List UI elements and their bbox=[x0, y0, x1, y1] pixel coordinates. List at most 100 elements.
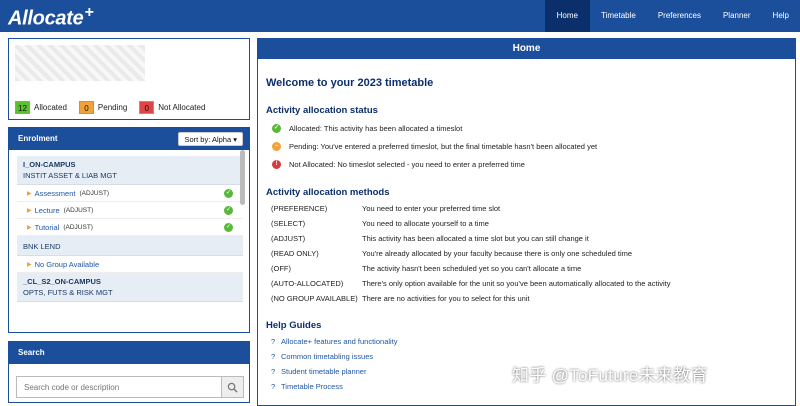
allocated-count[interactable]: 12 Allocated bbox=[15, 101, 67, 114]
unit-code: _CL_S2_ON-CAMPUS bbox=[23, 277, 101, 286]
nav-planner[interactable]: Planner bbox=[712, 0, 762, 32]
status-not-allocated: ! Not Allocated: No timeslot selected - … bbox=[266, 155, 786, 173]
enrolment-header: Enrolment Sort by: Alpha ▾ bbox=[9, 128, 249, 150]
allocated-count-badge: 12 bbox=[15, 101, 30, 114]
search-panel: Search bbox=[8, 341, 250, 403]
home-content: Welcome to your 2023 timetable Activity … bbox=[266, 77, 786, 394]
triangle-right-icon: ▶ bbox=[27, 190, 32, 197]
unit-header[interactable]: BNK LEND bbox=[17, 236, 243, 256]
nav-help[interactable]: Help bbox=[762, 0, 800, 32]
help-guides-heading: Help Guides bbox=[266, 320, 322, 331]
guide-link[interactable]: Student timetable planner bbox=[281, 367, 366, 376]
not-allocated-count-badge: 0 bbox=[139, 101, 155, 114]
minus-circle-icon: – bbox=[272, 141, 281, 151]
activity-method: (ADJUST) bbox=[63, 223, 93, 231]
status-text: Pending: You've entered a preferred time… bbox=[289, 141, 598, 151]
activity-row[interactable]: ▶ Tutorial (ADJUST) ✓ bbox=[17, 219, 243, 236]
unit-name: BNK LEND bbox=[23, 242, 61, 251]
method-row: (READ ONLY) You're already allocated by y… bbox=[266, 246, 786, 261]
home-header: Home bbox=[258, 39, 795, 59]
activity-link[interactable]: No Group Available bbox=[35, 260, 100, 269]
logo-text: Allocate bbox=[8, 7, 84, 30]
guide-link[interactable]: Common timetabling issues bbox=[281, 352, 373, 361]
methods-heading: Activity allocation methods bbox=[266, 187, 390, 198]
sort-label: Sort by: Alpha bbox=[184, 135, 232, 144]
method-row: (OFF) The activity hasn't been scheduled … bbox=[266, 261, 786, 276]
method-desc: There's only option available for the un… bbox=[362, 279, 671, 288]
question-icon: ? bbox=[271, 382, 276, 391]
question-icon: ? bbox=[271, 337, 276, 346]
method-desc: You're already allocated by your faculty… bbox=[362, 249, 633, 258]
nav-home[interactable]: Home bbox=[544, 0, 590, 32]
top-nav-bar: Allocate+ Home Timetable Preferences Pla… bbox=[0, 0, 800, 32]
method-key: (NO GROUP AVAILABLE) bbox=[271, 294, 358, 303]
pending-count-label: Pending bbox=[97, 103, 128, 112]
allocate-logo[interactable]: Allocate+ bbox=[8, 4, 94, 31]
check-circle-icon: ✓ bbox=[224, 206, 233, 215]
guide-link[interactable]: Allocate+ features and functionality bbox=[281, 337, 398, 346]
activity-link[interactable]: Lecture bbox=[35, 206, 60, 215]
watermark-text: 知乎 @ToFuture未来教育 bbox=[512, 366, 708, 385]
activity-link[interactable]: Tutorial bbox=[35, 223, 60, 232]
check-circle-icon: ✓ bbox=[224, 189, 233, 198]
search-button[interactable] bbox=[221, 377, 243, 397]
allocated-count-label: Allocated bbox=[34, 103, 67, 112]
unit-header[interactable]: I_ON-CAMPUS INSTIT ASSET & LIAB MGT bbox=[17, 156, 243, 185]
question-icon: ? bbox=[271, 367, 276, 376]
guide-row: ? Allocate+ features and functionality bbox=[266, 334, 786, 349]
nav-timetable[interactable]: Timetable bbox=[590, 0, 647, 32]
status-heading: Activity allocation status bbox=[266, 105, 378, 116]
method-key: (PREFERENCE) bbox=[271, 204, 328, 213]
method-key: (ADJUST) bbox=[271, 234, 306, 243]
question-icon: ? bbox=[271, 352, 276, 361]
pending-count[interactable]: 0 Pending bbox=[78, 101, 128, 114]
enrolment-panel: Enrolment Sort by: Alpha ▾ I_ON-CAMPUS I… bbox=[8, 127, 250, 333]
activity-method: (ADJUST) bbox=[63, 206, 94, 214]
logo-plus: + bbox=[84, 4, 94, 21]
welcome-heading: Welcome to your 2023 timetable bbox=[266, 77, 434, 89]
status-text: Allocated: This activity has been alloca… bbox=[289, 123, 463, 133]
enrolment-scrollbar[interactable] bbox=[240, 150, 245, 205]
not-allocated-count[interactable]: 0 Not Allocated bbox=[139, 101, 205, 114]
search-box bbox=[16, 376, 244, 398]
method-row: (SELECT) You need to allocate yourself to… bbox=[266, 216, 786, 231]
search-icon bbox=[227, 382, 238, 393]
sort-dropdown[interactable]: Sort by: Alpha ▾ bbox=[178, 132, 243, 146]
exclamation-circle-icon: ! bbox=[272, 159, 281, 169]
triangle-right-icon: ▶ bbox=[27, 224, 32, 231]
unit-code: I_ON-CAMPUS bbox=[23, 160, 76, 169]
method-desc: You need to enter your preferred time sl… bbox=[362, 204, 501, 213]
unit-header[interactable]: _CL_S2_ON-CAMPUS OPTS, FUTS & RISK MGT bbox=[17, 273, 243, 302]
not-allocated-count-label: Not Allocated bbox=[158, 103, 206, 112]
guide-link[interactable]: Timetable Process bbox=[281, 382, 343, 391]
method-key: (READ ONLY) bbox=[271, 249, 319, 258]
activity-method: (ADJUST) bbox=[79, 189, 110, 197]
status-allocated: ✓ Allocated: This activity has been allo… bbox=[266, 119, 786, 137]
status-list: ✓ Allocated: This activity has been allo… bbox=[266, 119, 786, 173]
method-key: (SELECT) bbox=[271, 219, 306, 228]
methods-list: (PREFERENCE) You need to enter your prefe… bbox=[266, 201, 786, 306]
enrolment-title: Enrolment bbox=[18, 134, 58, 143]
activity-row[interactable]: ▶ Assessment (ADJUST) ✓ bbox=[17, 185, 243, 202]
activity-row[interactable]: ▶ Lecture (ADJUST) ✓ bbox=[17, 202, 243, 219]
caret-down-icon: ▾ bbox=[233, 135, 237, 144]
triangle-right-icon: ▶ bbox=[27, 261, 32, 268]
method-desc: This activity has been allocated a time … bbox=[362, 234, 589, 243]
home-panel: Home Welcome to your 2023 timetable Acti… bbox=[257, 38, 796, 406]
triangle-right-icon: ▶ bbox=[27, 207, 32, 214]
unit-name: OPTS, FUTS & RISK MGT bbox=[23, 288, 113, 297]
nav-preferences[interactable]: Preferences bbox=[647, 0, 712, 32]
method-key: (AUTO-ALLOCATED) bbox=[271, 279, 344, 288]
method-desc: The activity hasn't been scheduled yet s… bbox=[362, 264, 582, 273]
main-nav: Home Timetable Preferences Planner Help bbox=[544, 0, 800, 32]
method-row: (ADJUST) This activity has been allocated… bbox=[266, 231, 786, 246]
method-row: (AUTO-ALLOCATED) There's only option avai… bbox=[266, 276, 786, 291]
activity-link[interactable]: Assessment bbox=[35, 189, 76, 198]
search-input[interactable] bbox=[17, 377, 221, 397]
activity-row[interactable]: ▶ No Group Available bbox=[17, 256, 243, 273]
search-header: Search bbox=[9, 342, 249, 364]
method-key: (OFF) bbox=[271, 264, 291, 273]
pending-count-badge: 0 bbox=[78, 101, 94, 114]
method-row: (NO GROUP AVAILABLE) There are no activit… bbox=[266, 291, 786, 306]
enrolment-list: I_ON-CAMPUS INSTIT ASSET & LIAB MGT ▶ As… bbox=[17, 156, 243, 302]
